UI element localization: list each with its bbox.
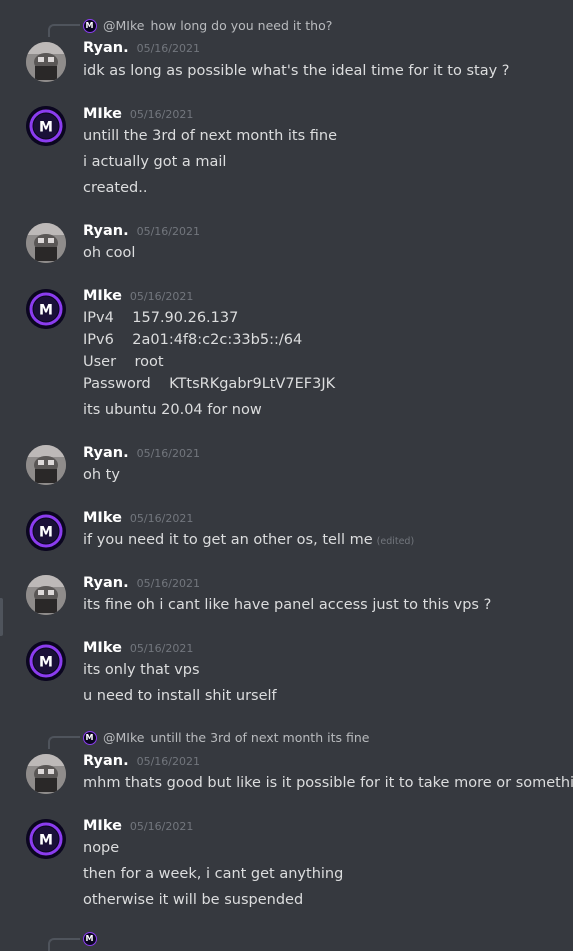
message-text: created.. — [83, 180, 148, 196]
message-text: its only that vps — [83, 662, 200, 678]
reply-preview[interactable]: M @MIke how long do you need it tho? — [83, 18, 332, 33]
reply-mention[interactable]: @MIke — [103, 18, 144, 33]
username[interactable]: MIke — [83, 288, 122, 304]
svg-text:M: M — [39, 655, 53, 671]
timestamp: 05/16/2021 — [129, 108, 194, 121]
message-text: User root — [83, 354, 164, 370]
reply-avatar: M — [83, 18, 97, 33]
avatar[interactable] — [26, 223, 66, 263]
message-text: idk as long as possible what's the ideal… — [83, 63, 510, 79]
timestamp: 05/16/2021 — [136, 755, 200, 768]
avatar[interactable]: M — [26, 289, 66, 329]
edited-tag: (edited) — [376, 536, 415, 547]
message-text: untill the 3rd of next month its fine — [83, 128, 338, 144]
timestamp: 05/16/2021 — [129, 290, 194, 303]
username[interactable]: MIke — [83, 106, 122, 122]
svg-text:M: M — [39, 833, 53, 849]
timestamp: 05/16/2021 — [129, 512, 194, 525]
avatar[interactable] — [26, 42, 66, 82]
message-text: Password KTtsRKgabr9LtV7EF3JK — [83, 376, 336, 392]
message-text: IPv4 157.90.26.137 — [83, 310, 239, 326]
message-text: oh cool — [83, 245, 136, 261]
reply-text: untill the 3rd of next month its fine — [150, 730, 370, 745]
svg-text:M: M — [39, 120, 53, 136]
reply-text: how long do you need it tho? — [150, 18, 333, 33]
chat-messages: M @MIke how long do you need it tho? Rya… — [0, 0, 573, 951]
reply-spine — [48, 24, 80, 37]
message-text: u need to install shit urself — [83, 688, 277, 704]
message-text: otherwise it will be suspended — [83, 892, 304, 908]
scroll-indicator[interactable] — [0, 598, 3, 636]
timestamp: 05/16/2021 — [136, 225, 200, 238]
message-text: its fine oh i cant like have panel acces… — [83, 597, 492, 613]
timestamp: 05/16/2021 — [136, 42, 200, 55]
username[interactable]: Ryan. — [83, 575, 129, 591]
message-text: oh ty — [83, 467, 120, 483]
message-text: its ubuntu 20.04 for now — [83, 402, 262, 418]
username[interactable]: Ryan. — [83, 223, 129, 239]
reply-avatar: M — [83, 932, 97, 946]
username[interactable]: MIke — [83, 510, 122, 526]
message-text: i actually got a mail — [83, 154, 227, 170]
message-text: nope — [83, 840, 120, 856]
svg-text:M: M — [39, 525, 53, 541]
avatar[interactable]: M — [26, 819, 66, 859]
message-text: mhm thats good but like is it possible f… — [83, 775, 573, 791]
message-text: IPv6 2a01:4f8:c2c:33b5::/64 — [83, 332, 303, 348]
reply-mention[interactable]: @MIke — [103, 730, 144, 745]
username[interactable]: Ryan. — [83, 753, 129, 769]
avatar[interactable]: M — [26, 106, 66, 146]
message-text-body: if you need it to get an other os, tell … — [83, 532, 373, 548]
timestamp: 05/16/2021 — [129, 642, 194, 655]
username[interactable]: Ryan. — [83, 40, 129, 56]
avatar[interactable] — [26, 754, 66, 794]
username[interactable]: MIke — [83, 640, 122, 656]
timestamp: 05/16/2021 — [136, 447, 200, 460]
reply-preview-partial[interactable]: M — [83, 932, 97, 946]
timestamp: 05/16/2021 — [129, 820, 194, 833]
message-text: then for a week, i cant get anything — [83, 866, 344, 882]
username[interactable]: MIke — [83, 818, 122, 834]
avatar[interactable]: M — [26, 511, 66, 551]
message-text: if you need it to get an other os, tell … — [83, 532, 414, 548]
avatar[interactable] — [26, 445, 66, 485]
username[interactable]: Ryan. — [83, 445, 129, 461]
reply-preview[interactable]: M @MIke untill the 3rd of next month its… — [83, 730, 369, 745]
avatar[interactable]: M — [26, 641, 66, 681]
reply-spine — [48, 736, 80, 749]
avatar[interactable] — [26, 575, 66, 615]
svg-text:M: M — [39, 303, 53, 319]
reply-avatar: M — [83, 730, 97, 745]
timestamp: 05/16/2021 — [136, 577, 200, 590]
